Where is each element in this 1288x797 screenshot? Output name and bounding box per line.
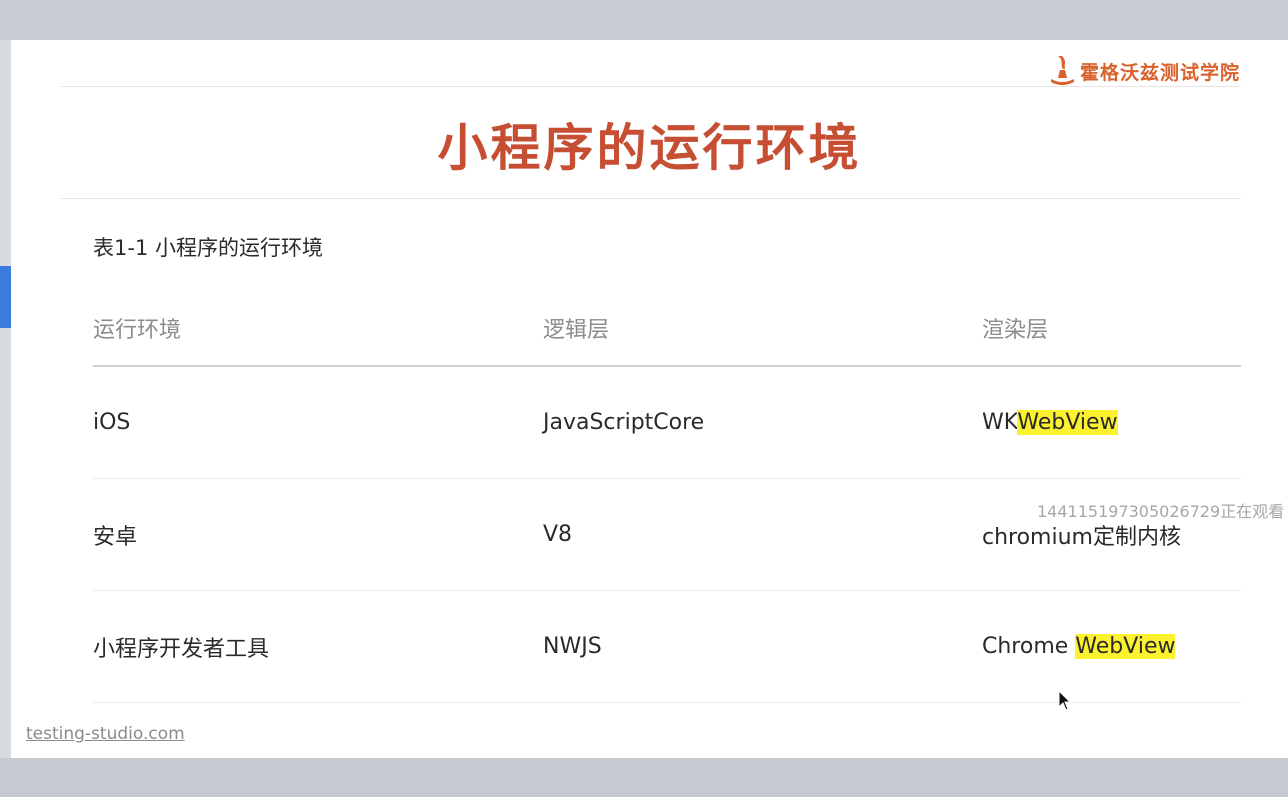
slide: 霍格沃兹测试学院 小程序的运行环境 表1-1 小程序的运行环境 运行环境 逻辑层… [11, 40, 1288, 758]
mouse-pointer-icon [1058, 690, 1072, 711]
left-sidebar-active-marker[interactable] [0, 266, 11, 328]
render-text: chromium定制内核 [982, 524, 1181, 550]
env-cell: 安卓 [93, 524, 138, 550]
render-text: WK [982, 410, 1018, 435]
left-sidebar-strip [0, 40, 11, 758]
render-highlight: WebView [1017, 410, 1118, 435]
table-header-cell: 逻辑层 [543, 317, 610, 343]
footer-link[interactable]: testing-studio.com [26, 724, 185, 744]
render-cell: WKWebView [982, 410, 1241, 435]
env-cell: 小程序开发者工具 [93, 636, 270, 662]
viewer-watermark: 144115197305026729正在观看 [1037, 502, 1285, 521]
table-header-cell: 渲染层 [982, 317, 1049, 343]
window-top-strip [0, 0, 1288, 40]
environment-table: 运行环境 逻辑层 渲染层 iOS JavaScriptCore WKWebVie… [93, 290, 1241, 703]
table-row: iOS JavaScriptCore WKWebView [93, 367, 1241, 479]
render-cell: Chrome WebView [982, 634, 1241, 659]
title-divider [61, 198, 1241, 199]
lamp-logo-icon [1050, 56, 1074, 85]
env-cell: iOS [93, 410, 131, 435]
brand-logo: 霍格沃兹测试学院 [1048, 54, 1240, 88]
window-bottom-strip [0, 758, 1288, 797]
render-cell: chromium定制内核 [982, 519, 1241, 551]
brand-name: 霍格沃兹测试学院 [1079, 61, 1240, 84]
table-caption: 表1-1 小程序的运行环境 [93, 236, 323, 260]
slide-title: 小程序的运行环境 [437, 118, 862, 177]
table-row: 小程序开发者工具 NWJS Chrome WebView [93, 591, 1241, 703]
render-text: Chrome [982, 634, 1076, 659]
table-row: 安卓 V8 chromium定制内核 [93, 479, 1241, 591]
render-highlight: WebView [1075, 634, 1176, 659]
logic-cell: V8 [543, 522, 573, 547]
table-header-cell: 运行环境 [93, 317, 182, 343]
table-header-row: 运行环境 逻辑层 渲染层 [93, 290, 1241, 367]
logic-cell: JavaScriptCore [543, 410, 705, 435]
logic-cell: NWJS [543, 634, 602, 659]
